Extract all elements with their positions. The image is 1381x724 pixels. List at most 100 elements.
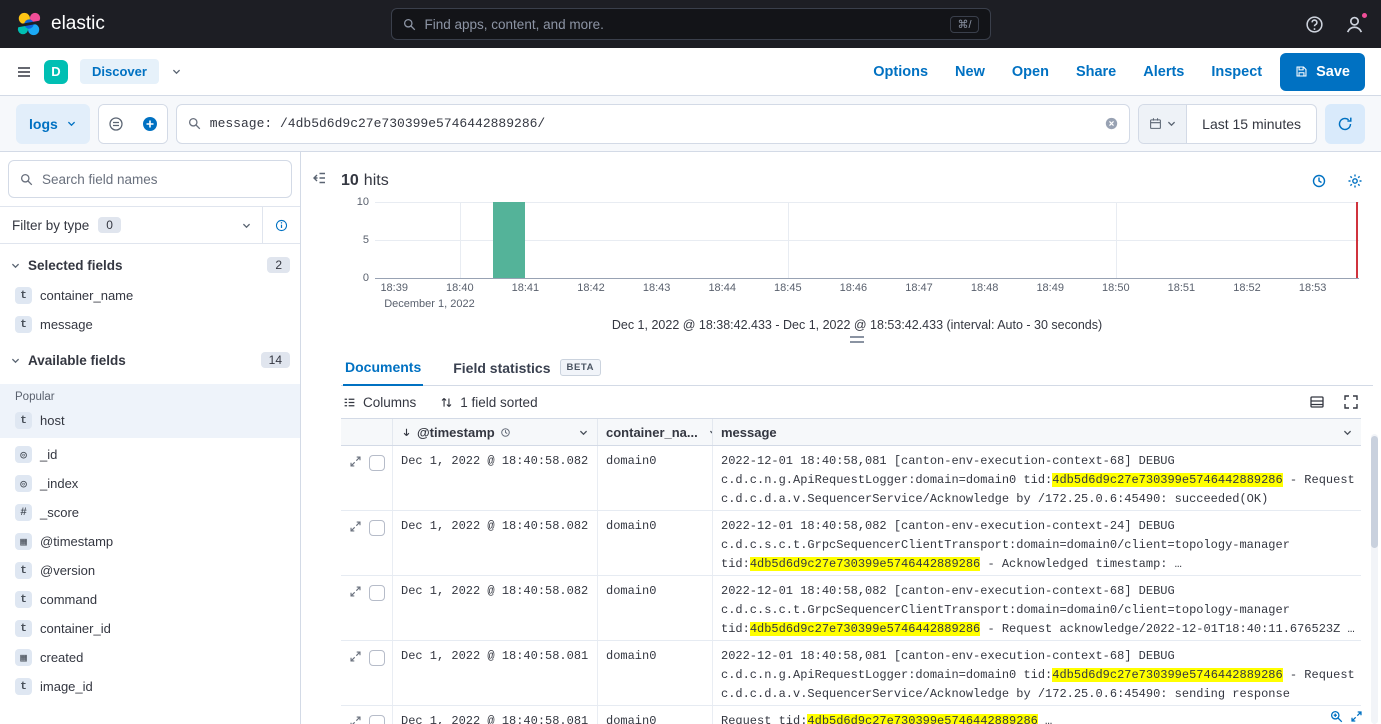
global-search-input[interactable]: Find apps, content, and more. ⌘/ [391,8,991,40]
container-name-cell[interactable]: domain0 [598,511,713,575]
row-checkbox[interactable] [369,715,385,724]
circled-list-icon [108,116,124,132]
tab-field-statistics[interactable]: Field statistics BETA [451,351,603,385]
field-item-_score[interactable]: # _score [8,498,292,527]
expand-row-icon[interactable] [349,455,362,468]
sort-fields-button[interactable]: 1 field sorted [440,395,537,410]
auto-refresh-icon[interactable] [1311,173,1327,189]
nav-link-alerts[interactable]: Alerts [1143,64,1184,80]
row-controls [341,446,393,510]
x-tick-label: 18:39 [380,282,408,294]
field-item-created[interactable]: ▦ created [8,643,292,672]
available-fields-header[interactable]: Available fields 14 [8,339,292,376]
notification-dot [1360,11,1369,20]
timestamp-cell[interactable]: Dec 1, 2022 @ 18:40:58.082 [393,576,598,640]
expand-row-icon[interactable] [349,650,362,663]
row-checkbox[interactable] [369,585,385,601]
search-highlight: 4db5d6d9c27e730399e5746442889286 [1052,473,1282,487]
chevron-down-icon[interactable] [1342,427,1353,438]
nav-link-share[interactable]: Share [1076,64,1116,80]
save-button[interactable]: Save [1280,53,1365,91]
container-name-cell[interactable]: domain0 [598,706,713,724]
data-view-selector[interactable]: logs [16,104,90,144]
column-header-container-name[interactable]: container_na... [598,419,713,445]
refresh-button[interactable] [1325,104,1365,144]
expand-row-icon[interactable] [349,585,362,598]
space-badge[interactable]: D [44,60,68,84]
time-range-button[interactable]: Last 15 minutes [1187,105,1316,143]
expand-row-icon[interactable] [349,520,362,533]
columns-button[interactable]: Columns [343,395,416,410]
collapse-sidebar-icon[interactable] [311,170,327,186]
field-item-_index[interactable]: ◎ _index [8,469,292,498]
row-checkbox[interactable] [369,650,385,666]
nav-link-inspect[interactable]: Inspect [1211,64,1262,80]
row-controls [341,706,393,724]
table-row: Dec 1, 2022 @ 18:40:58.081 domain0 2022-… [341,641,1361,706]
expand-cell-icon[interactable] [1350,710,1363,723]
density-icon[interactable] [1309,394,1325,410]
scrollbar-thumb[interactable] [1371,436,1378,548]
x-tick-label: 18:50 [1102,282,1130,294]
user-avatar[interactable] [1344,14,1365,35]
menu-icon[interactable] [16,64,32,80]
expand-row-icon[interactable] [349,715,362,724]
field-item-container_name[interactable]: t container_name [8,281,292,310]
tab-documents[interactable]: Documents [343,351,423,386]
timestamp-cell[interactable]: Dec 1, 2022 @ 18:40:58.081 [393,706,598,724]
nav-link-new[interactable]: New [955,64,985,80]
date-token-icon: ▦ [15,533,32,550]
help-icon[interactable] [1305,15,1324,34]
field-item-command[interactable]: t command [8,585,292,614]
add-filter-button[interactable] [133,105,167,143]
row-checkbox[interactable] [369,520,385,536]
clear-query-icon[interactable] [1105,117,1118,130]
field-item-image_id[interactable]: t image_id [8,672,292,701]
histogram-bar[interactable] [493,202,526,278]
field-item-@version[interactable]: t @version [8,556,292,585]
field-item-@timestamp[interactable]: ▦ @timestamp [8,527,292,556]
chevron-down-icon[interactable] [578,427,589,438]
column-header-message[interactable]: message [713,419,1361,445]
container-name-cell[interactable]: domain0 [598,641,713,705]
nav-link-options[interactable]: Options [873,64,928,80]
view-details-icon[interactable] [1330,710,1343,723]
field-search-input[interactable]: Search field names [8,160,292,198]
field-item-container_id[interactable]: t container_id [8,614,292,643]
filter-by-type[interactable]: Filter by type 0 [0,206,300,244]
field-name: container_name [40,288,133,303]
field-info-button[interactable] [262,207,300,243]
field-item-host[interactable]: t host [8,406,292,435]
home-link[interactable]: elastic [16,11,105,37]
search-highlight: 4db5d6d9c27e730399e5746442889286 [750,622,980,636]
message-cell[interactable]: 2022-12-01 18:40:58,082 [canton-env-exec… [713,511,1361,575]
chevron-down-icon[interactable] [171,66,182,77]
container-name-cell[interactable]: domain0 [598,446,713,510]
saved-query-menu-icon[interactable] [99,105,133,143]
message-cell[interactable]: 2022-12-01 18:40:58,081 [canton-env-exec… [713,446,1361,510]
message-cell[interactable]: 2022-12-01 18:40:58,082 [canton-env-exec… [713,576,1361,640]
nav-link-open[interactable]: Open [1012,64,1049,80]
column-header-timestamp[interactable]: @timestamp [393,419,598,445]
timestamp-cell[interactable]: Dec 1, 2022 @ 18:40:58.082 [393,511,598,575]
table-row: Dec 1, 2022 @ 18:40:58.082 domain0 2022-… [341,446,1361,511]
row-checkbox[interactable] [369,455,385,471]
query-input[interactable]: message: /4db5d6d9c27e730399e57464428892… [176,104,1130,144]
vertical-scrollbar[interactable] [1371,434,1378,724]
timestamp-cell[interactable]: Dec 1, 2022 @ 18:40:58.081 [393,641,598,705]
chart-resize-handle[interactable] [341,336,1373,348]
fullscreen-icon[interactable] [1343,394,1359,410]
date-quick-select[interactable] [1139,105,1187,143]
gear-icon[interactable] [1347,173,1363,189]
breadcrumb[interactable]: Discover [80,59,159,84]
field-item-_id[interactable]: ◎ _id [8,440,292,469]
selected-fields-header[interactable]: Selected fields 2 [8,244,292,281]
calendar-icon [1149,117,1162,130]
field-item-message[interactable]: t message [8,310,292,339]
container-name-cell[interactable]: domain0 [598,576,713,640]
message-cell[interactable]: 2022-12-01 18:40:58,081 [canton-env-exec… [713,641,1361,705]
x-tick-label: 18:53 [1299,282,1327,294]
hits-label: hits [364,172,389,190]
timestamp-cell[interactable]: Dec 1, 2022 @ 18:40:58.082 [393,446,598,510]
message-cell[interactable]: Request tid:4db5d6d9c27e730399e574644288… [713,706,1361,724]
